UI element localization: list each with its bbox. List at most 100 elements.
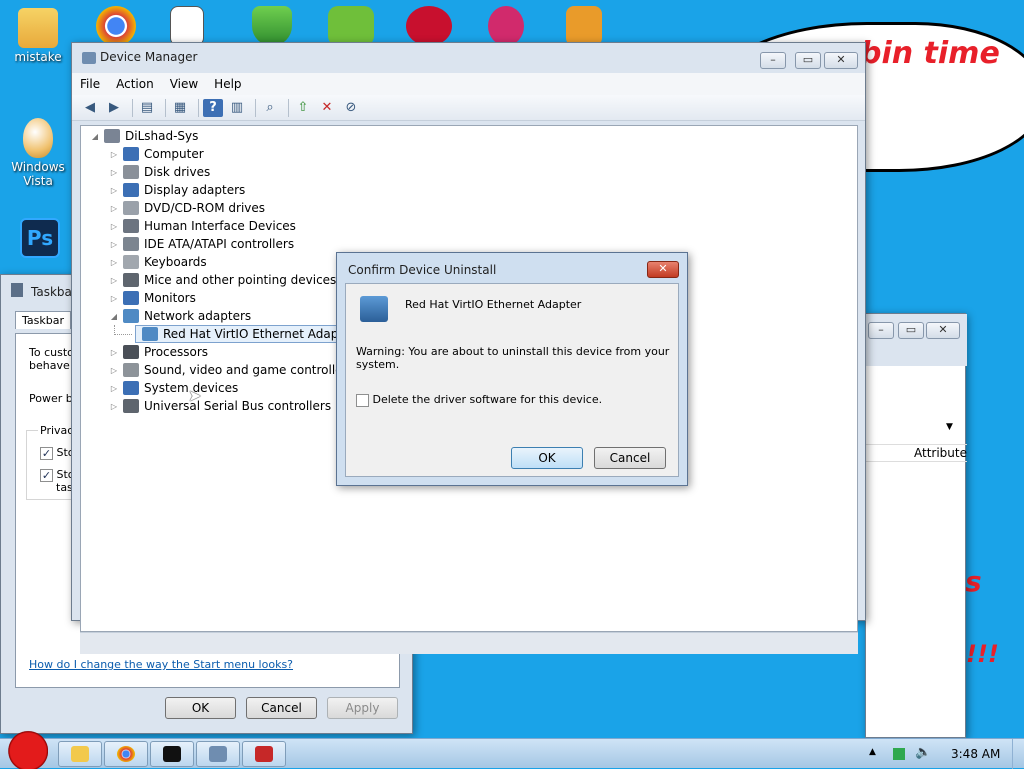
tree-category[interactable]: ▷ Mice and other pointing devices	[108, 271, 336, 289]
puzzle-game-icon[interactable]	[566, 6, 602, 46]
desktop-icon-windows-vista[interactable]: Windows Vista	[8, 118, 68, 188]
tree-category[interactable]: ▷ Computer	[108, 145, 204, 163]
clock[interactable]: 3:48 AM	[951, 747, 1000, 761]
expand-arrow-icon[interactable]: ▷	[108, 168, 120, 177]
device-category-icon	[123, 291, 139, 305]
tab-taskbar[interactable]: Taskbar	[15, 311, 71, 329]
collapse-arrow-icon[interactable]: ◢	[108, 312, 120, 321]
action-pane-icon[interactable]: ▥	[227, 99, 247, 117]
printer-icon	[255, 746, 273, 762]
menu-action[interactable]: Action	[116, 77, 154, 91]
tree-category[interactable]: ▷ System devices	[108, 379, 238, 397]
tree-category[interactable]: ▷ IDE ATA/ATAPI controllers	[108, 235, 294, 253]
network-adapter-icon	[360, 296, 388, 322]
checkbox-store-1[interactable]	[40, 446, 53, 460]
tree-item-selected[interactable]: Red Hat VirtIO Ethernet Adapter	[135, 325, 360, 343]
close-button[interactable]: ✕	[824, 52, 858, 69]
scan-hardware-icon[interactable]: ⌕	[260, 99, 280, 117]
expand-arrow-icon[interactable]: ▷	[108, 366, 120, 375]
update-driver-icon[interactable]: ⇧	[293, 99, 313, 117]
desktop-icon-mistake[interactable]: mistake	[8, 8, 68, 64]
taskbar-control-panel-button[interactable]	[242, 741, 286, 767]
collapse-arrow-icon[interactable]: ◢	[89, 132, 101, 141]
tree-item-label: Network adapters	[144, 309, 252, 323]
expand-arrow-icon[interactable]: ▷	[108, 150, 120, 159]
window-title: Device Manager	[100, 50, 198, 64]
tree-root[interactable]: ◢ DiLshad-Sys	[89, 127, 198, 145]
angry-birds-pig-icon[interactable]	[328, 6, 374, 46]
uninstall-icon[interactable]: ✕	[317, 99, 337, 117]
photoshop-icon: Ps	[20, 218, 60, 258]
forward-arrow-icon[interactable]: ▶	[104, 99, 124, 117]
help-icon[interactable]: ?	[203, 98, 223, 117]
delete-driver-label[interactable]: Delete the driver software for this devi…	[373, 393, 603, 406]
menu-file[interactable]: File	[80, 77, 100, 91]
maximize-button[interactable]: ▭	[898, 322, 924, 339]
show-hidden-icons-icon[interactable]: ▲	[869, 747, 876, 757]
dialog-titlebar[interactable]: Confirm Device Uninstall ✕	[337, 253, 687, 281]
device-category-icon	[123, 345, 139, 359]
help-question-icon[interactable]	[488, 6, 524, 46]
ok-button[interactable]: OK	[165, 697, 236, 719]
start-button-angry-bird-icon[interactable]	[4, 729, 48, 769]
ok-button[interactable]: OK	[511, 447, 583, 469]
toolbar: ◀ ▶ ▤ ▦ ? ▥ ⌕ ⇧ ✕ ⊘	[72, 95, 865, 121]
taskbar-chrome-button[interactable]	[104, 741, 148, 767]
show-desktop-button[interactable]	[1012, 739, 1024, 769]
network-tray-icon[interactable]	[893, 748, 905, 760]
expand-arrow-icon[interactable]: ▷	[108, 348, 120, 357]
tree-category[interactable]: ▷ Keyboards	[108, 253, 207, 271]
expand-arrow-icon[interactable]: ▷	[108, 384, 120, 393]
tree-category[interactable]: ▷ Processors	[108, 343, 208, 361]
expand-arrow-icon[interactable]: ▷	[108, 204, 120, 213]
start-menu-help-link[interactable]: How do I change the way the Start menu l…	[29, 658, 293, 671]
taskbar-explorer-button[interactable]	[58, 741, 102, 767]
delete-driver-checkbox[interactable]	[356, 393, 369, 407]
tree-category[interactable]: ▷ Human Interface Devices	[108, 217, 296, 235]
cancel-button[interactable]: Cancel	[594, 447, 666, 469]
dev-cpp-icon[interactable]	[406, 6, 452, 46]
chrome-icon[interactable]	[96, 6, 136, 46]
apply-button[interactable]: Apply	[327, 697, 398, 719]
menu-help[interactable]: Help	[214, 77, 241, 91]
shield-icon[interactable]	[252, 6, 292, 46]
tree-category[interactable]: ▷ Disk drives	[108, 163, 210, 181]
console-tree-icon[interactable]: ▤	[137, 99, 157, 117]
tree-category[interactable]: ▷ Display adapters	[108, 181, 245, 199]
menu-view[interactable]: View	[170, 77, 198, 91]
7zip-icon	[163, 746, 181, 762]
tree-category[interactable]: ▷ DVD/CD-ROM drives	[108, 199, 265, 217]
expand-arrow-icon[interactable]: ▷	[108, 402, 120, 411]
desktop-icon-photoshop[interactable]: Ps	[10, 218, 70, 260]
taskbar-7zip-button[interactable]	[150, 741, 194, 767]
confirm-uninstall-dialog[interactable]: Confirm Device Uninstall ✕ Red Hat VirtI…	[336, 252, 688, 486]
tree-category[interactable]: ▷ Monitors	[108, 289, 196, 307]
background-window-right[interactable]: – ▭ ✕ ▼ Attribute	[865, 313, 967, 738]
back-arrow-icon[interactable]: ◀	[80, 99, 100, 117]
maximize-button[interactable]: ▭	[795, 52, 821, 69]
properties-icon[interactable]: ▦	[170, 99, 190, 117]
dropdown-arrow-icon[interactable]: ▼	[946, 422, 953, 432]
tree-category[interactable]: ▷ Sound, video and game controllers	[108, 361, 354, 379]
volume-icon[interactable]: 🔈	[915, 745, 931, 760]
close-button[interactable]: ✕	[926, 322, 960, 339]
tree-category[interactable]: ▷ Universal Serial Bus controllers	[108, 397, 331, 415]
expand-arrow-icon[interactable]: ▷	[108, 258, 120, 267]
window-titlebar[interactable]: Device Manager – ▭ ✕	[72, 43, 865, 73]
cancel-button[interactable]: Cancel	[246, 697, 317, 719]
expand-arrow-icon[interactable]: ▷	[108, 222, 120, 231]
solitaire-icon[interactable]	[170, 6, 204, 46]
checkbox-store-2[interactable]	[40, 468, 53, 482]
expand-arrow-icon[interactable]: ▷	[108, 276, 120, 285]
disable-device-icon[interactable]: ⊘	[341, 99, 361, 117]
tree-connector	[114, 325, 132, 335]
close-button[interactable]: ✕	[647, 261, 679, 278]
taskbar: ▲ 🔈 3:48 AM	[0, 729, 1024, 769]
expand-arrow-icon[interactable]: ▷	[108, 240, 120, 249]
expand-arrow-icon[interactable]: ▷	[108, 186, 120, 195]
expand-arrow-icon[interactable]: ▷	[108, 294, 120, 303]
taskbar-device-manager-button[interactable]	[196, 741, 240, 767]
minimize-button[interactable]: –	[760, 52, 786, 69]
tree-category[interactable]: ◢ Network adapters	[108, 307, 251, 325]
minimize-button[interactable]: –	[868, 322, 894, 339]
